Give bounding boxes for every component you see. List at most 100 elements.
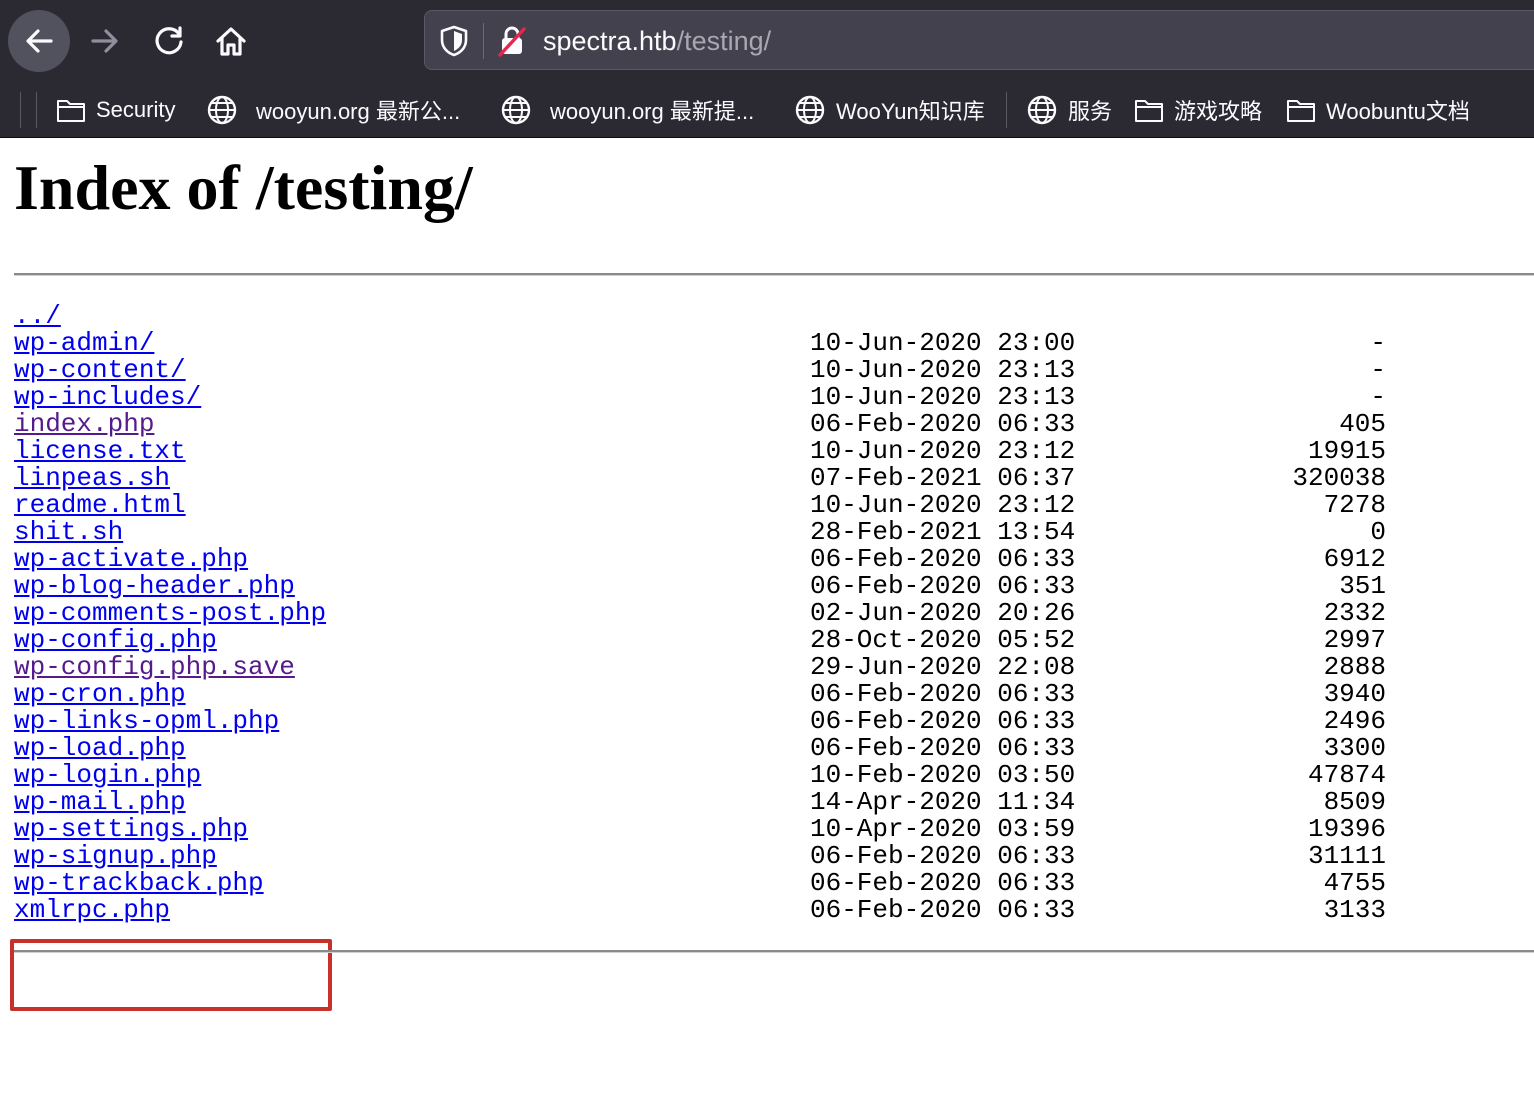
- file-link[interactable]: wp-load.php: [14, 735, 186, 762]
- listing-row: license.txt 10-Jun-2020 23:12 19915: [14, 438, 1414, 465]
- back-button[interactable]: [8, 10, 70, 72]
- file-link[interactable]: ../: [14, 303, 61, 330]
- file-date: 07-Feb-2021 06:37: [810, 463, 1076, 493]
- listing-row: index.php 06-Feb-2020 06:33 405: [14, 411, 1414, 438]
- globe-icon: [501, 95, 531, 125]
- insecure-lock-icon[interactable]: [497, 25, 527, 57]
- listing-row: wp-cron.php 06-Feb-2020 06:33 3940: [14, 681, 1414, 708]
- file-date: 06-Feb-2020 06:33: [810, 544, 1076, 574]
- file-link[interactable]: wp-login.php: [14, 762, 201, 789]
- file-link[interactable]: shit.sh: [14, 519, 123, 546]
- bookmark-wooyun-public[interactable]: wooyun.org 最新公...: [206, 90, 460, 130]
- file-link[interactable]: wp-settings.php: [14, 816, 248, 843]
- bookmark-services[interactable]: 服务: [1026, 90, 1112, 130]
- file-date: 06-Feb-2020 06:33: [810, 679, 1076, 709]
- home-icon: [216, 27, 246, 56]
- file-date: 29-Jun-2020 22:08: [810, 652, 1076, 682]
- listing-row: wp-settings.php 10-Apr-2020 03:59 19396: [14, 816, 1414, 843]
- file-link[interactable]: wp-cron.php: [14, 681, 186, 708]
- file-date: 06-Feb-2020 06:33: [810, 706, 1076, 736]
- listing-row: wp-includes/10-Jun-2020 23:13 -: [14, 384, 1414, 411]
- tracking-shield-icon[interactable]: [439, 25, 469, 57]
- file-date: 06-Feb-2020 06:33: [810, 841, 1076, 871]
- file-link[interactable]: wp-trackback.php: [14, 870, 264, 897]
- file-link[interactable]: wp-links-opml.php: [14, 708, 279, 735]
- listing-row: readme.html 10-Jun-2020 23:12 7278: [14, 492, 1414, 519]
- file-date: 14-Apr-2020 11:34: [810, 787, 1076, 817]
- file-date: 10-Jun-2020 23:00: [810, 328, 1076, 358]
- file-link[interactable]: linpeas.sh: [14, 465, 170, 492]
- file-size: -: [1370, 382, 1386, 412]
- file-size: 6912: [1323, 544, 1386, 574]
- address-bar[interactable]: spectra.htb/testing/: [424, 10, 1534, 70]
- bookmark-label: wooyun.org 最新公...: [256, 99, 461, 124]
- bookmark-game-guides[interactable]: 游戏攻略: [1134, 90, 1262, 130]
- file-link[interactable]: wp-blog-header.php: [14, 573, 295, 600]
- file-link[interactable]: xmlrpc.php: [14, 897, 170, 924]
- file-date: 10-Jun-2020 23:12: [810, 436, 1076, 466]
- listing-row: ../: [14, 303, 1414, 330]
- listing-row: wp-mail.php 14-Apr-2020 11:34 8509: [14, 789, 1414, 816]
- file-size: 19396: [1307, 814, 1386, 844]
- listing-row: wp-trackback.php 06-Feb-2020 06:33 4755: [14, 870, 1414, 897]
- file-date: 06-Feb-2020 06:33: [810, 868, 1076, 898]
- file-link[interactable]: wp-mail.php: [14, 789, 186, 816]
- bookmark-wooyun-knowledge[interactable]: WooYun知识库: [794, 90, 985, 130]
- file-size: 19915: [1307, 436, 1386, 466]
- file-size: 3940: [1323, 679, 1386, 709]
- listing-row: wp-config.php 28-Oct-2020 05:52 2997: [14, 627, 1414, 654]
- file-size: 2496: [1323, 706, 1386, 736]
- file-size: 31111: [1307, 841, 1386, 871]
- listing-row: wp-load.php 06-Feb-2020 06:33 3300: [14, 735, 1414, 762]
- file-size: -: [1370, 328, 1386, 358]
- file-date: 10-Feb-2020 03:50: [810, 760, 1076, 790]
- globe-icon: [207, 95, 237, 125]
- bookmark-label: Security: [96, 97, 176, 122]
- bookmark-woobuntu-docs[interactable]: Woobuntu文档: [1286, 90, 1470, 130]
- file-size: 7278: [1323, 490, 1386, 520]
- url-text[interactable]: spectra.htb/testing/: [543, 23, 771, 59]
- listing-row: wp-admin/10-Jun-2020 23:00 -: [14, 330, 1414, 357]
- forward-arrow-icon: [91, 29, 118, 53]
- bookmark-label: Woobuntu文档: [1326, 99, 1470, 124]
- bookmarks-separator: [36, 92, 37, 128]
- file-date: 10-Jun-2020 23:13: [810, 382, 1076, 412]
- file-date: 10-Apr-2020 03:59: [810, 814, 1076, 844]
- listing-row: shit.sh 28-Feb-2021 13:54 0: [14, 519, 1414, 546]
- file-link[interactable]: wp-activate.php: [14, 546, 248, 573]
- file-link[interactable]: wp-comments-post.php: [14, 600, 326, 627]
- home-button[interactable]: [200, 10, 262, 72]
- file-link[interactable]: wp-signup.php: [14, 843, 217, 870]
- file-date: 02-Jun-2020 20:26: [810, 598, 1076, 628]
- file-size: 47874: [1307, 760, 1386, 790]
- folder-icon: [1287, 100, 1315, 122]
- file-link[interactable]: wp-config.php.save: [14, 654, 295, 681]
- file-link[interactable]: wp-config.php: [14, 627, 217, 654]
- file-date: 06-Feb-2020 06:33: [810, 409, 1076, 439]
- file-link[interactable]: wp-includes/: [14, 384, 201, 411]
- file-link[interactable]: index.php: [14, 411, 154, 438]
- reload-button[interactable]: [138, 10, 200, 72]
- bookmark-label: 游戏攻略: [1174, 99, 1263, 124]
- file-size: 0: [1370, 517, 1386, 547]
- file-link[interactable]: license.txt: [14, 438, 186, 465]
- horizontal-rule: [14, 273, 1534, 276]
- listing-row: wp-content/10-Jun-2020 23:13 -: [14, 357, 1414, 384]
- bookmarks-separator: [1006, 92, 1007, 128]
- listing-row: wp-links-opml.php 06-Feb-2020 06:33 2496: [14, 708, 1414, 735]
- forward-button[interactable]: [74, 10, 136, 72]
- file-date: 06-Feb-2020 06:33: [810, 571, 1076, 601]
- file-link[interactable]: wp-content/: [14, 357, 186, 384]
- file-date: 28-Oct-2020 05:52: [810, 625, 1076, 655]
- file-link[interactable]: wp-admin/: [14, 330, 154, 357]
- file-size: 2997: [1323, 625, 1386, 655]
- file-link[interactable]: readme.html: [14, 492, 186, 519]
- bookmark-wooyun-submit[interactable]: wooyun.org 最新提...: [500, 90, 754, 130]
- listing-row: wp-blog-header.php 06-Feb-2020 06:33 351: [14, 573, 1414, 600]
- file-date: 06-Feb-2020 06:33: [810, 733, 1076, 763]
- bookmark-security[interactable]: Security: [56, 90, 175, 130]
- directory-listing: ../wp-admin/10-Jun-2020 23:00- wp-content…: [10, 303, 1414, 1011]
- file-size: 8509: [1323, 787, 1386, 817]
- bookmarks-separator: [20, 92, 21, 128]
- address-bar-divider: [483, 23, 484, 59]
